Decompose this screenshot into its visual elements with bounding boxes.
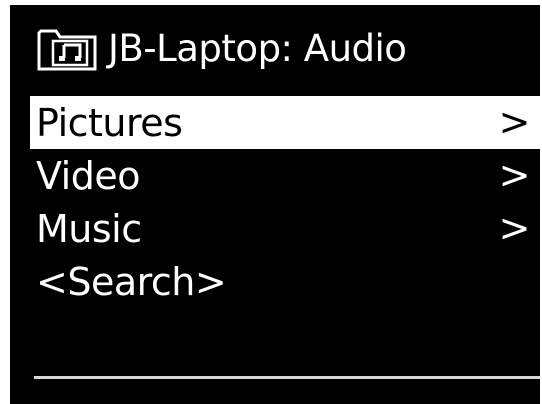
chevron-right-icon: > — [498, 153, 531, 197]
chevron-right-icon: > — [498, 206, 531, 250]
menu-item-label: Pictures — [36, 100, 183, 145]
menu-item-label: Video — [36, 153, 140, 198]
menu-list: Pictures > Video > Music > <Search> — [30, 96, 540, 308]
music-folder-icon — [36, 27, 98, 71]
screen-header: JB-Laptop: Audio — [36, 23, 407, 75]
menu-item-search[interactable]: <Search> — [30, 255, 540, 308]
menu-item-label: <Search> — [36, 259, 227, 304]
menu-item-label: Music — [36, 206, 142, 251]
menu-item-pictures[interactable]: Pictures > — [30, 96, 540, 149]
menu-item-music[interactable]: Music > — [30, 202, 540, 255]
menu-item-video[interactable]: Video > — [30, 149, 540, 202]
device-screen: JB-Laptop: Audio Pictures > Video > Musi… — [10, 5, 540, 404]
scroll-indicator-line — [34, 376, 540, 379]
page-title: JB-Laptop: Audio — [108, 27, 407, 70]
chevron-right-icon: > — [498, 100, 531, 144]
